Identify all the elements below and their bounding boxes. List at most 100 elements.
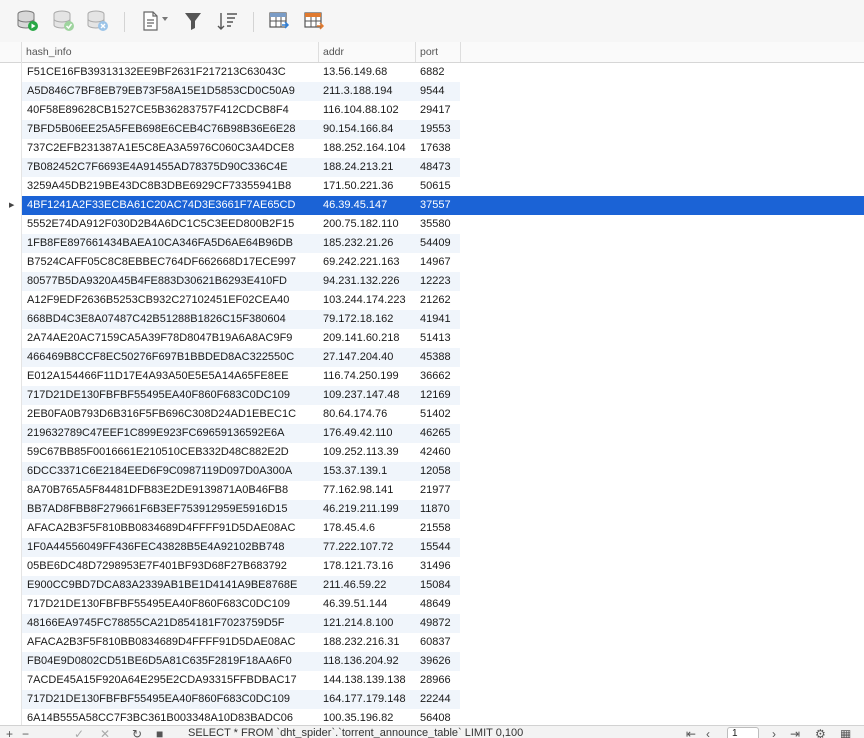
port-cell[interactable]: 42460 bbox=[420, 443, 460, 462]
addr-cell[interactable]: 94.231.132.226 bbox=[323, 272, 415, 291]
hash-info-cell[interactable]: AFACA2B3F5F810BB0834689D4FFFF91D5DAE08AC bbox=[27, 633, 317, 652]
port-cell[interactable]: 60837 bbox=[420, 633, 460, 652]
port-cell[interactable]: 36662 bbox=[420, 367, 460, 386]
table-row[interactable]: 219632789C47EEF1C899E923FC69659136592E6A… bbox=[0, 424, 864, 443]
port-cell[interactable]: 39626 bbox=[420, 652, 460, 671]
addr-cell[interactable]: 116.104.88.102 bbox=[323, 101, 415, 120]
table-row[interactable]: 40F58E89628CB1527CE5B36283757F412CDCB8F4… bbox=[0, 101, 864, 120]
port-cell[interactable]: 15084 bbox=[420, 576, 460, 595]
table-row[interactable]: AFACA2B3F5F810BB0834689D4FFFF91D5DAE08AC… bbox=[0, 633, 864, 652]
addr-cell[interactable]: 121.214.8.100 bbox=[323, 614, 415, 633]
port-cell[interactable]: 45388 bbox=[420, 348, 460, 367]
port-cell[interactable]: 31496 bbox=[420, 557, 460, 576]
hash-info-cell[interactable]: 737C2EFB231387A1E5C8EA3A5976C060C3A4DCE8 bbox=[27, 139, 317, 158]
table-row[interactable]: 1FB8FE897661434BAEA10CA346FA5D6AE64B96DB… bbox=[0, 234, 864, 253]
addr-cell[interactable]: 211.3.188.194 bbox=[323, 82, 415, 101]
filter-icon[interactable] bbox=[182, 10, 206, 32]
document-icon[interactable] bbox=[140, 10, 164, 32]
hash-info-cell[interactable]: 7BFD5B06EE25A5FEB698E6CEB4C76B98B36E6E28 bbox=[27, 120, 317, 139]
addr-cell[interactable]: 13.56.149.68 bbox=[323, 63, 415, 82]
addr-cell[interactable]: 188.24.213.21 bbox=[323, 158, 415, 177]
addr-cell[interactable]: 90.154.166.84 bbox=[323, 120, 415, 139]
port-cell[interactable]: 15544 bbox=[420, 538, 460, 557]
table-import-icon[interactable] bbox=[268, 10, 292, 32]
hash-info-cell[interactable]: 3259A45DB219BE43DC8B3DBE6929CF73355941B8 bbox=[27, 177, 317, 196]
page-number-input[interactable]: 1 bbox=[727, 727, 759, 738]
port-cell[interactable]: 11870 bbox=[420, 500, 460, 519]
table-row[interactable]: 717D21DE130FBFBF55495EA40F860F683C0DC109… bbox=[0, 386, 864, 405]
table-row[interactable]: E012A154466F11D17E4A93A50E5E5A14A65FE8EE… bbox=[0, 367, 864, 386]
hash-info-cell[interactable]: BB7AD8FBB8F279661F6B3EF753912959E5916D15 bbox=[27, 500, 317, 519]
port-cell[interactable]: 28966 bbox=[420, 671, 460, 690]
table-row[interactable]: A5D846C7BF8EB79EB73F58A15E1D5853CD0C50A9… bbox=[0, 82, 864, 101]
port-cell[interactable]: 29417 bbox=[420, 101, 460, 120]
addr-cell[interactable]: 118.136.204.92 bbox=[323, 652, 415, 671]
port-cell[interactable]: 48473 bbox=[420, 158, 460, 177]
hash-info-cell[interactable]: 466469B8CCF8EC50276F697B1BBDED8AC322550C bbox=[27, 348, 317, 367]
table-row[interactable]: A12F9EDF2636B5253CB932C27102451EF02CEA40… bbox=[0, 291, 864, 310]
hash-info-cell[interactable]: F51CE16FB39313132EE9BF2631F217213C63043C bbox=[27, 63, 317, 82]
addr-cell[interactable]: 100.35.196.82 bbox=[323, 709, 415, 725]
hash-info-cell[interactable]: 4BF1241A2F33ECBA61C20AC74D3E3661F7AE65CD bbox=[27, 196, 317, 215]
hash-info-cell[interactable]: 2EB0FA0B793D6B316F5FB696C308D24AD1EBEC1C bbox=[27, 405, 317, 424]
table-row[interactable]: 7B082452C7F6693E4A91455AD78375D90C336C4E… bbox=[0, 158, 864, 177]
port-cell[interactable]: 54409 bbox=[420, 234, 460, 253]
addr-cell[interactable]: 77.162.98.141 bbox=[323, 481, 415, 500]
addr-cell[interactable]: 144.138.139.138 bbox=[323, 671, 415, 690]
addr-cell[interactable]: 200.75.182.110 bbox=[323, 215, 415, 234]
addr-cell[interactable]: 27.147.204.40 bbox=[323, 348, 415, 367]
port-cell[interactable]: 46265 bbox=[420, 424, 460, 443]
table-row[interactable]: 8A70B765A5F84481DFB83E2DE9139871A0B46FB8… bbox=[0, 481, 864, 500]
port-cell[interactable]: 56408 bbox=[420, 709, 460, 725]
hash-info-cell[interactable]: 668BD4C3E8A07487C42B51288B1826C15F380604 bbox=[27, 310, 317, 329]
addr-cell[interactable]: 185.232.21.26 bbox=[323, 234, 415, 253]
hash-info-cell[interactable]: 1FB8FE897661434BAEA10CA346FA5D6AE64B96DB bbox=[27, 234, 317, 253]
port-cell[interactable]: 6882 bbox=[420, 63, 460, 82]
table-row[interactable]: 6DCC3371C6E2184EED6F9C0987119D097D0A300A… bbox=[0, 462, 864, 481]
table-row[interactable]: 2A74AE20AC7159CA5A39F78D8047B19A6A8AC9F9… bbox=[0, 329, 864, 348]
port-cell[interactable]: 12058 bbox=[420, 462, 460, 481]
hash-info-cell[interactable]: AFACA2B3F5F810BB0834689D4FFFF91D5DAE08AC bbox=[27, 519, 317, 538]
table-row[interactable]: 1F0A44556049FF436FEC43828B5E4A92102BB748… bbox=[0, 538, 864, 557]
hash-info-cell[interactable]: 6DCC3371C6E2184EED6F9C0987119D097D0A300A bbox=[27, 462, 317, 481]
addr-cell[interactable]: 188.252.164.104 bbox=[323, 139, 415, 158]
column-header-port[interactable]: port bbox=[416, 42, 461, 62]
table-row[interactable]: 7ACDE45A15F920A64E295E2CDA93315FFBDBAC17… bbox=[0, 671, 864, 690]
addr-cell[interactable]: 46.219.211.199 bbox=[323, 500, 415, 519]
addr-cell[interactable]: 209.141.60.218 bbox=[323, 329, 415, 348]
hash-info-cell[interactable]: A12F9EDF2636B5253CB932C27102451EF02CEA40 bbox=[27, 291, 317, 310]
table-row[interactable]: FB04E9D0802CD51BE6D5A81C635F2819F18AA6F0… bbox=[0, 652, 864, 671]
port-cell[interactable]: 22244 bbox=[420, 690, 460, 709]
table-row[interactable]: 3259A45DB219BE43DC8B3DBE6929CF73355941B8… bbox=[0, 177, 864, 196]
port-cell[interactable]: 19553 bbox=[420, 120, 460, 139]
table-row[interactable]: ▶ 4BF1241A2F33ECBA61C20AC74D3E3661F7AE65C… bbox=[0, 196, 864, 215]
port-cell[interactable]: 14967 bbox=[420, 253, 460, 272]
port-cell[interactable]: 12169 bbox=[420, 386, 460, 405]
hash-info-cell[interactable]: 717D21DE130FBFBF55495EA40F860F683C0DC109 bbox=[27, 595, 317, 614]
hash-info-cell[interactable]: 1F0A44556049FF436FEC43828B5E4A92102BB748 bbox=[27, 538, 317, 557]
table-row[interactable]: 80577B5DA9320A45B4FE883D30621B6293E410FD… bbox=[0, 272, 864, 291]
addr-cell[interactable]: 46.39.51.144 bbox=[323, 595, 415, 614]
database-check-icon[interactable] bbox=[52, 10, 76, 32]
port-cell[interactable]: 21558 bbox=[420, 519, 460, 538]
column-header-hash-info[interactable]: hash_info bbox=[22, 42, 319, 62]
table-row[interactable]: 59C67BB85F0016661E210510CEB332D48C882E2D… bbox=[0, 443, 864, 462]
table-row[interactable]: 7BFD5B06EE25A5FEB698E6CEB4C76B98B36E6E28… bbox=[0, 120, 864, 139]
port-cell[interactable]: 35580 bbox=[420, 215, 460, 234]
addr-cell[interactable]: 171.50.221.36 bbox=[323, 177, 415, 196]
addr-cell[interactable]: 176.49.42.110 bbox=[323, 424, 415, 443]
addr-cell[interactable]: 109.252.113.39 bbox=[323, 443, 415, 462]
sort-icon[interactable] bbox=[216, 10, 240, 32]
port-cell[interactable]: 12223 bbox=[420, 272, 460, 291]
addr-cell[interactable]: 116.74.250.199 bbox=[323, 367, 415, 386]
hash-info-cell[interactable]: 7ACDE45A15F920A64E295E2CDA93315FFBDBAC17 bbox=[27, 671, 317, 690]
port-cell[interactable]: 50615 bbox=[420, 177, 460, 196]
hash-info-cell[interactable]: 219632789C47EEF1C899E923FC69659136592E6A bbox=[27, 424, 317, 443]
table-export-icon[interactable] bbox=[303, 10, 327, 32]
port-cell[interactable]: 9544 bbox=[420, 82, 460, 101]
addr-cell[interactable]: 79.172.18.162 bbox=[323, 310, 415, 329]
table-row[interactable]: 737C2EFB231387A1E5C8EA3A5976C060C3A4DCE8… bbox=[0, 139, 864, 158]
table-row[interactable]: 717D21DE130FBFBF55495EA40F860F683C0DC109… bbox=[0, 595, 864, 614]
addr-cell[interactable]: 211.46.59.22 bbox=[323, 576, 415, 595]
addr-cell[interactable]: 109.237.147.48 bbox=[323, 386, 415, 405]
